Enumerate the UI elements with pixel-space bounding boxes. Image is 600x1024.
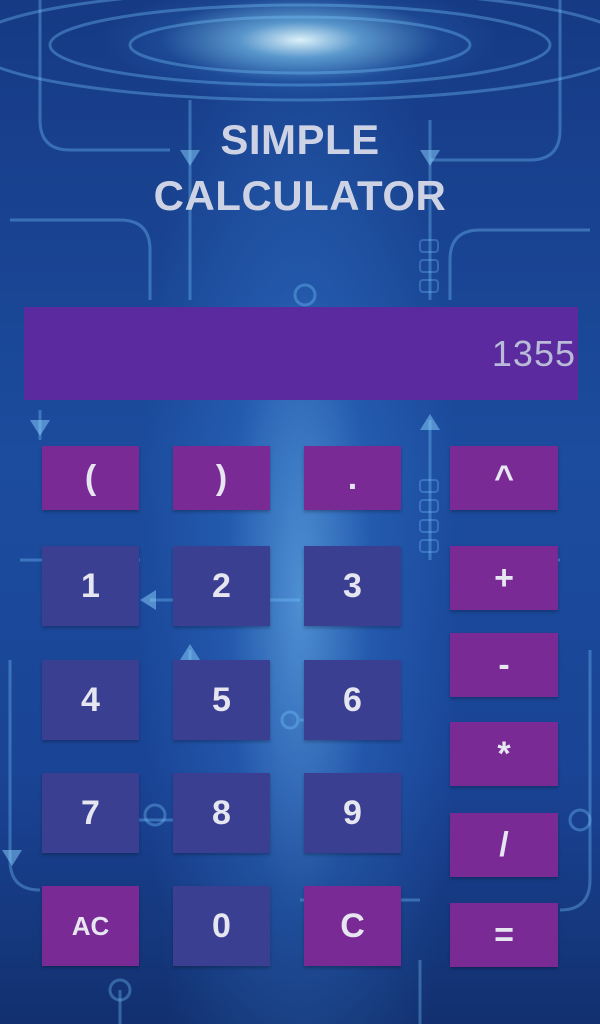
digit-8-label: 8 — [212, 793, 231, 832]
digit-7-button[interactable]: 7 — [42, 773, 139, 853]
divide-button[interactable]: / — [450, 813, 558, 877]
left-paren-label: ( — [84, 458, 97, 497]
app-title: SIMPLE CALCULATOR — [0, 112, 600, 224]
subtract-button[interactable]: - — [450, 633, 558, 697]
all-clear-button[interactable]: AC — [42, 886, 139, 966]
digit-6-label: 6 — [343, 680, 362, 719]
digit-2-label: 2 — [212, 566, 231, 605]
equals-button[interactable]: = — [450, 903, 558, 967]
digit-8-button[interactable]: 8 — [173, 773, 270, 853]
app-title-text: SIMPLE CALCULATOR — [153, 116, 447, 219]
left-paren-button[interactable]: ( — [42, 446, 139, 510]
digit-0-label: 0 — [212, 906, 231, 945]
multiply-button[interactable]: * — [450, 722, 558, 786]
add-button[interactable]: + — [450, 546, 558, 610]
digit-5-button[interactable]: 5 — [173, 660, 270, 740]
all-clear-label: AC — [71, 910, 110, 941]
digit-3-button[interactable]: 3 — [304, 546, 401, 626]
digit-4-label: 4 — [81, 680, 100, 719]
digit-9-label: 9 — [343, 793, 362, 832]
right-paren-button[interactable]: ) — [173, 446, 270, 510]
decimal-point-label: . — [347, 458, 358, 497]
clear-label: C — [340, 906, 365, 945]
decimal-point-button[interactable]: . — [304, 446, 401, 510]
multiply-label: * — [497, 734, 511, 773]
digit-7-label: 7 — [81, 793, 100, 832]
equals-label: = — [494, 915, 514, 954]
digit-5-label: 5 — [212, 680, 231, 719]
clear-button[interactable]: C — [304, 886, 401, 966]
digit-6-button[interactable]: 6 — [304, 660, 401, 740]
right-paren-label: ) — [215, 458, 228, 497]
subtract-label: - — [498, 645, 510, 684]
digit-3-label: 3 — [343, 566, 362, 605]
power-label: ^ — [494, 458, 514, 497]
digit-1-button[interactable]: 1 — [42, 546, 139, 626]
divide-label: / — [499, 825, 509, 864]
add-label: + — [494, 558, 514, 597]
digit-2-button[interactable]: 2 — [173, 546, 270, 626]
digit-9-button[interactable]: 9 — [304, 773, 401, 853]
display-value: 1355 — [491, 332, 576, 374]
calculator-display: 1355 — [24, 307, 578, 400]
digit-0-button[interactable]: 0 — [173, 886, 270, 966]
digit-1-label: 1 — [81, 566, 100, 605]
digit-4-button[interactable]: 4 — [42, 660, 139, 740]
power-button[interactable]: ^ — [450, 446, 558, 510]
